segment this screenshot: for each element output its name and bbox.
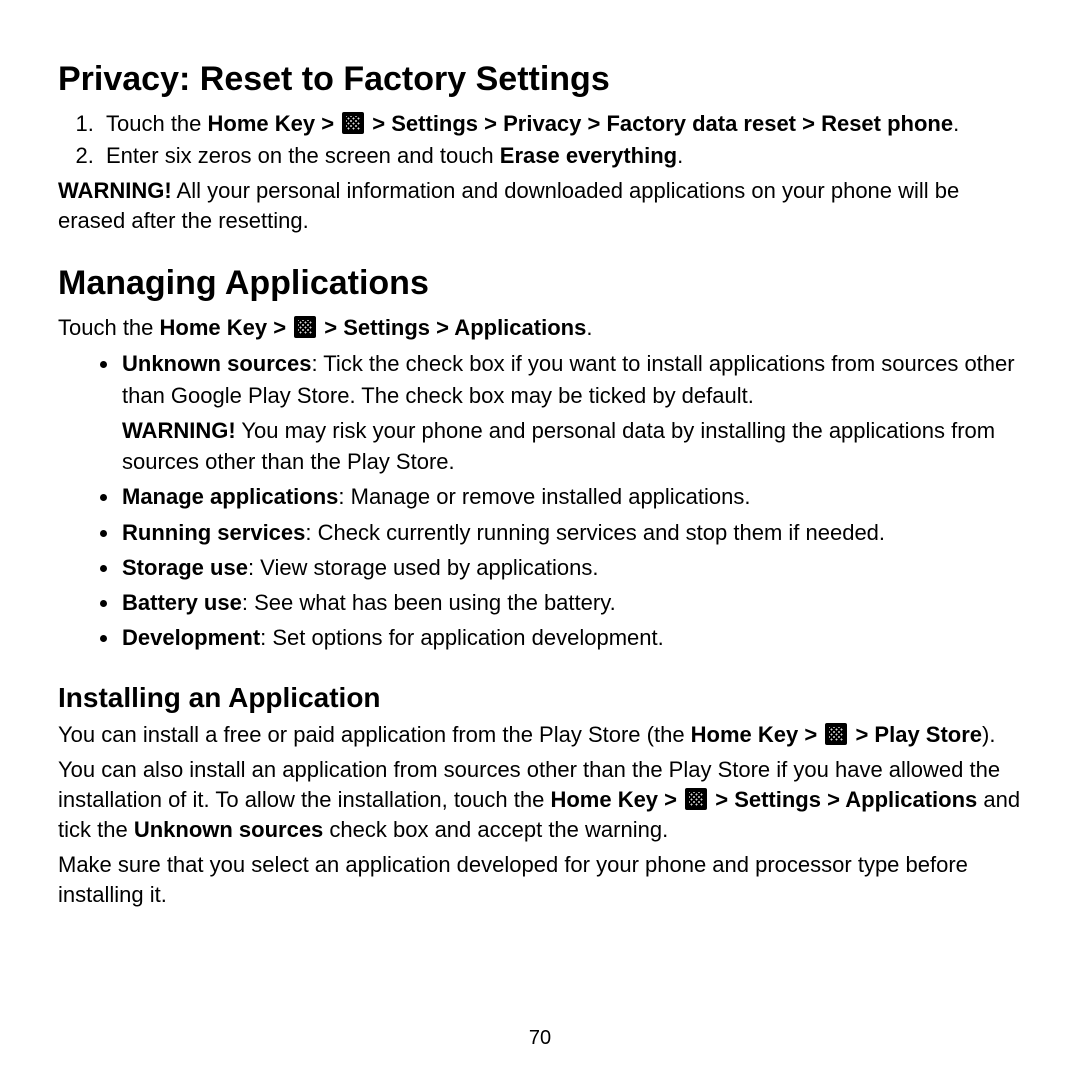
p-path: Home Key > bbox=[550, 787, 683, 812]
apps-grid-icon bbox=[825, 723, 847, 745]
p-text: ). bbox=[982, 722, 995, 747]
warning-text: All your personal information and downlo… bbox=[58, 178, 959, 233]
list-item: Development: Set options for application… bbox=[120, 622, 1022, 653]
option-text: : Manage or remove installed application… bbox=[338, 484, 750, 509]
list-item: Manage applications: Manage or remove in… bbox=[120, 481, 1022, 512]
option-label: Running services bbox=[122, 520, 305, 545]
warning-text: You may risk your phone and personal dat… bbox=[122, 418, 995, 474]
intro-text: . bbox=[586, 315, 592, 340]
reset-steps-list: Touch the Home Key > > Settings > Privac… bbox=[58, 109, 1022, 170]
step-text: . bbox=[677, 143, 683, 168]
intro-path: > Settings > Applications bbox=[318, 315, 586, 340]
option-text: : See what has been using the battery. bbox=[242, 590, 616, 615]
p-path: Home Key > bbox=[691, 722, 824, 747]
option-text: : Set options for application developmen… bbox=[260, 625, 664, 650]
p-text: check box and accept the warning. bbox=[323, 817, 668, 842]
step-text: Touch the bbox=[106, 111, 208, 136]
list-item: Enter six zeros on the screen and touch … bbox=[100, 141, 1022, 171]
option-text: : View storage used by applications. bbox=[248, 555, 599, 580]
option-label: Manage applications bbox=[122, 484, 338, 509]
applications-options-list: Unknown sources: Tick the check box if y… bbox=[58, 348, 1022, 653]
intro-paragraph: Touch the Home Key > > Settings > Applic… bbox=[58, 313, 1022, 343]
step-text: Enter six zeros on the screen and touch bbox=[106, 143, 500, 168]
intro-text: Touch the bbox=[58, 315, 160, 340]
apps-grid-icon bbox=[685, 788, 707, 810]
option-label: Battery use bbox=[122, 590, 242, 615]
apps-grid-icon bbox=[294, 316, 316, 338]
install-paragraph-1: You can install a free or paid applicati… bbox=[58, 720, 1022, 750]
apps-grid-icon bbox=[342, 112, 364, 134]
p-path: > Play Store bbox=[849, 722, 982, 747]
warning-label: WARNING! bbox=[58, 178, 172, 203]
warning-label: WARNING! bbox=[122, 418, 236, 443]
heading-installing-application: Installing an Application bbox=[58, 682, 1022, 714]
option-label: Development bbox=[122, 625, 260, 650]
sub-warning: WARNING! You may risk your phone and per… bbox=[122, 415, 1022, 477]
p-text: You can install a free or paid applicati… bbox=[58, 722, 691, 747]
install-paragraph-2: You can also install an application from… bbox=[58, 755, 1022, 844]
step-bold: Erase everything bbox=[500, 143, 677, 168]
option-label: Unknown sources bbox=[122, 351, 311, 376]
list-item: Running services: Check currently runnin… bbox=[120, 517, 1022, 548]
warning-paragraph: WARNING! All your personal information a… bbox=[58, 176, 1022, 235]
page-number: 70 bbox=[0, 1027, 1080, 1050]
list-item: Storage use: View storage used by applic… bbox=[120, 552, 1022, 583]
list-item: Touch the Home Key > > Settings > Privac… bbox=[100, 109, 1022, 139]
step-path: Home Key > bbox=[208, 111, 341, 136]
install-paragraph-3: Make sure that you select an application… bbox=[58, 850, 1022, 909]
intro-path: Home Key > bbox=[160, 315, 293, 340]
option-text: : Check currently running services and s… bbox=[305, 520, 885, 545]
step-text: . bbox=[953, 111, 959, 136]
list-item: Unknown sources: Tick the check box if y… bbox=[120, 348, 1022, 477]
list-item: Battery use: See what has been using the… bbox=[120, 587, 1022, 618]
option-label: Storage use bbox=[122, 555, 248, 580]
manual-page: Privacy: Reset to Factory Settings Touch… bbox=[0, 0, 1080, 1080]
p-bold: Unknown sources bbox=[134, 817, 323, 842]
heading-managing-applications: Managing Applications bbox=[58, 264, 1022, 303]
heading-privacy-reset: Privacy: Reset to Factory Settings bbox=[58, 60, 1022, 99]
step-path: > Settings > Privacy > Factory data rese… bbox=[366, 111, 953, 136]
p-path: > Settings > Applications bbox=[709, 787, 977, 812]
